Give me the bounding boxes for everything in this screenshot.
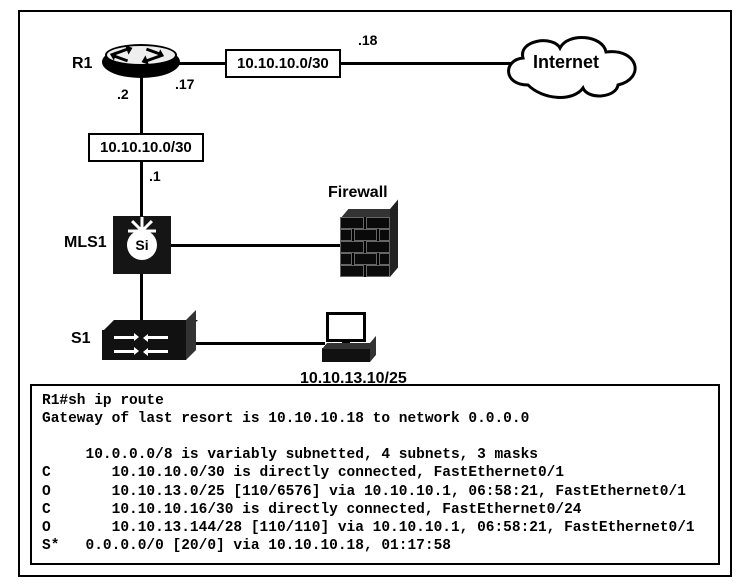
mls1-label: MLS1 (64, 234, 107, 252)
firewall-icon (340, 217, 390, 277)
mls1-icon: Si (113, 216, 171, 274)
s1-label: S1 (71, 330, 91, 348)
router-r1-icon (102, 44, 180, 80)
cli-route-1: C 10.10.10.0/30 is directly connected, F… (42, 465, 564, 481)
internet-label: Internet (533, 52, 599, 73)
cli-route-5: S* 0.0.0.0/0 [20/0] via 10.10.10.18, 01:… (42, 538, 451, 554)
pc-icon (320, 312, 372, 364)
cli-route-2: O 10.10.13.0/25 [110/6576] via 10.10.10.… (42, 484, 686, 500)
r1-wan-ip: .17 (175, 76, 194, 92)
cli-route-4: O 10.10.13.144/28 [110/110] via 10.10.10… (42, 520, 695, 536)
cli-output-box: R1#sh ip route Gateway of last resort is… (30, 384, 720, 565)
subnet-r1-mls: 10.10.10.0/30 (88, 133, 204, 162)
switch-s1-icon (102, 330, 186, 360)
cli-prompt-line: R1#sh ip route (42, 393, 164, 409)
cli-gateway-line: Gateway of last resort is 10.10.10.18 to… (42, 411, 529, 427)
cli-summary-line: 10.0.0.0/8 is variably subnetted, 4 subn… (42, 447, 538, 463)
network-diagram: Internet .18 10.10.10.0/30 R1 .17 .2 10.… (20, 12, 730, 412)
r1-label: R1 (72, 55, 92, 73)
firewall-label: Firewall (328, 184, 388, 202)
link-s1-pc (180, 342, 325, 345)
link-mls-firewall (170, 244, 360, 247)
r1-lan-ip: .2 (117, 86, 129, 102)
cli-route-3: C 10.10.10.16/30 is directly connected, … (42, 502, 582, 518)
mls-uplink-ip: .1 (149, 168, 161, 184)
subnet-r1-internet: 10.10.10.0/30 (225, 49, 341, 78)
figure-frame: Internet .18 10.10.10.0/30 R1 .17 .2 10.… (18, 10, 732, 577)
internet-ip-label: .18 (358, 32, 377, 48)
